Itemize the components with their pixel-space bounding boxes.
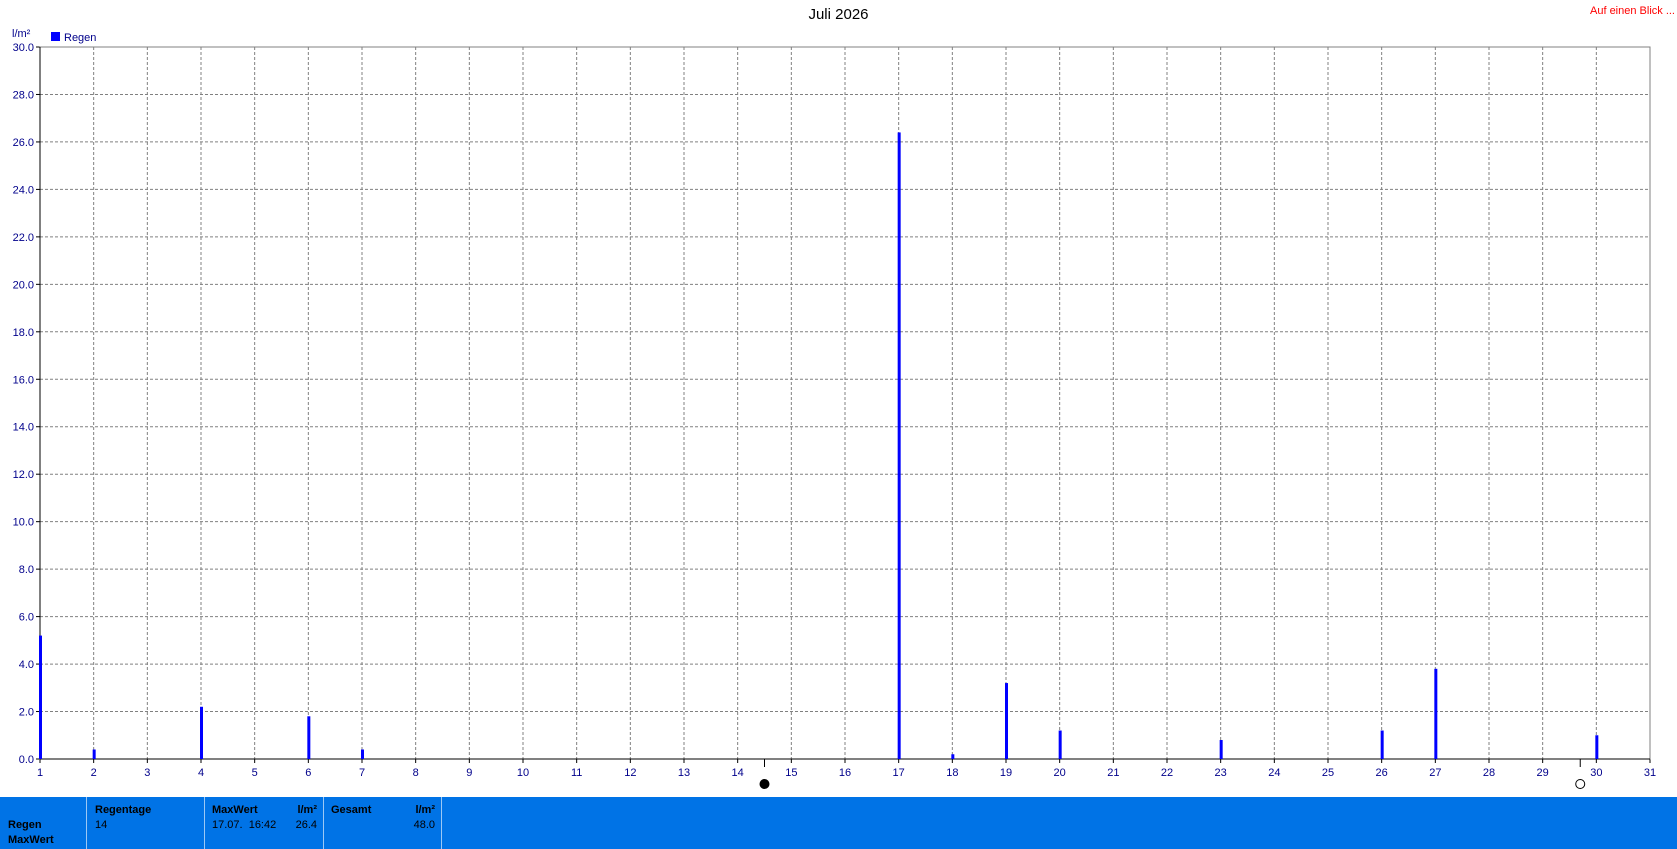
y-tick-label: 8.0 — [19, 564, 34, 576]
gesamt-label: Gesamt — [331, 804, 372, 816]
x-tick-label: 27 — [1429, 767, 1441, 779]
x-tick-label: 1 — [37, 767, 43, 779]
x-tick-label: 11 — [571, 767, 582, 779]
separator — [441, 797, 442, 849]
x-tick-label: 16 — [839, 767, 851, 779]
x-tick-label: 2 — [91, 767, 97, 779]
rain-bar — [1380, 730, 1384, 759]
legend-label: Regen — [64, 32, 96, 44]
x-tick-label: 28 — [1483, 767, 1495, 779]
x-tick-label: 8 — [413, 767, 419, 779]
rain-bar — [39, 635, 42, 759]
x-tick-label: 4 — [198, 767, 204, 779]
x-tick-label: 17 — [893, 767, 905, 779]
gesamt-value: 48.0 — [413, 819, 435, 831]
y-tick-label: 26.0 — [13, 137, 34, 149]
x-tick-label: 30 — [1590, 767, 1602, 779]
x-tick-label: 22 — [1161, 767, 1173, 779]
maxwert-date: 17.07. 16:42 — [212, 819, 277, 831]
y-tick-label: 30.0 — [13, 42, 34, 54]
x-tick-label: 20 — [1054, 767, 1066, 779]
y-tick-label: 20.0 — [13, 279, 34, 291]
x-tick-label: 24 — [1268, 767, 1280, 779]
row-label-maxwert: MaxWert — [8, 834, 54, 846]
x-tick-label: 15 — [785, 767, 797, 779]
maxwert-label: MaxWert — [212, 804, 258, 816]
y-tick-label: 0.0 — [19, 754, 34, 766]
x-tick-label: 6 — [305, 767, 311, 779]
row-label-regen: Regen — [8, 819, 42, 831]
y-tick-label: 16.0 — [13, 374, 34, 386]
rain-bar — [1005, 683, 1008, 759]
x-tick-label: 5 — [252, 767, 258, 779]
summary-panel: Regen MaxWert Regentage 14 MaxWert l/m² … — [0, 797, 1677, 849]
rain-bar — [361, 749, 364, 759]
y-tick-label: 22.0 — [13, 232, 34, 244]
full-moon-icon — [1575, 779, 1586, 789]
rain-bar — [1058, 730, 1062, 759]
rain-bar — [897, 132, 901, 759]
x-tick-label: 19 — [1000, 767, 1012, 779]
y-axis-unit: l/m² — [12, 28, 31, 40]
y-tick-label: 28.0 — [13, 89, 34, 101]
regentage-value: 14 — [95, 819, 108, 831]
rain-bar — [92, 749, 96, 759]
y-tick-label: 12.0 — [13, 469, 34, 481]
new-moon-icon — [759, 779, 770, 789]
regentage-label: Regentage — [95, 804, 152, 816]
y-tick-label: 14.0 — [13, 422, 34, 434]
x-tick-label: 10 — [517, 767, 529, 779]
x-tick-label: 23 — [1215, 767, 1227, 779]
x-tick-label: 21 — [1107, 767, 1119, 779]
x-tick-label: 3 — [144, 767, 150, 779]
rain-bar — [1219, 740, 1223, 759]
rain-bar — [200, 706, 203, 759]
x-tick-label: 26 — [1376, 767, 1388, 779]
x-tick-label: 9 — [466, 767, 472, 779]
x-tick-label: 25 — [1322, 767, 1334, 779]
x-tick-label: 7 — [359, 767, 365, 779]
x-tick-label: 12 — [624, 767, 636, 779]
y-tick-label: 2.0 — [19, 707, 34, 719]
rain-bar — [1434, 668, 1438, 759]
x-tick-label: 14 — [732, 767, 744, 779]
x-tick-label: 31 — [1644, 767, 1656, 779]
y-tick-label: 24.0 — [13, 184, 34, 196]
maxwert-unit: l/m² — [297, 804, 317, 816]
y-tick-label: 10.0 — [13, 517, 34, 529]
rain-bar — [1595, 735, 1599, 759]
legend-swatch — [51, 32, 60, 41]
maxwert-value: 26.4 — [295, 819, 317, 831]
x-tick-label: 13 — [678, 767, 690, 779]
rain-bar — [951, 754, 955, 759]
gesamt-unit: l/m² — [415, 804, 435, 816]
y-tick-label: 6.0 — [19, 612, 34, 624]
y-tick-label: 18.0 — [13, 327, 34, 339]
rain-chart: 0.0 2.0 4.0 6.0 8.0 10.0 12.0 14.0 16.0 18.0 20.0 2… — [12, 28, 1656, 789]
x-tick-label: 29 — [1537, 767, 1549, 779]
x-tick-label: 18 — [946, 767, 958, 779]
y-tick-label: 4.0 — [19, 659, 34, 671]
rain-bar — [307, 716, 311, 759]
